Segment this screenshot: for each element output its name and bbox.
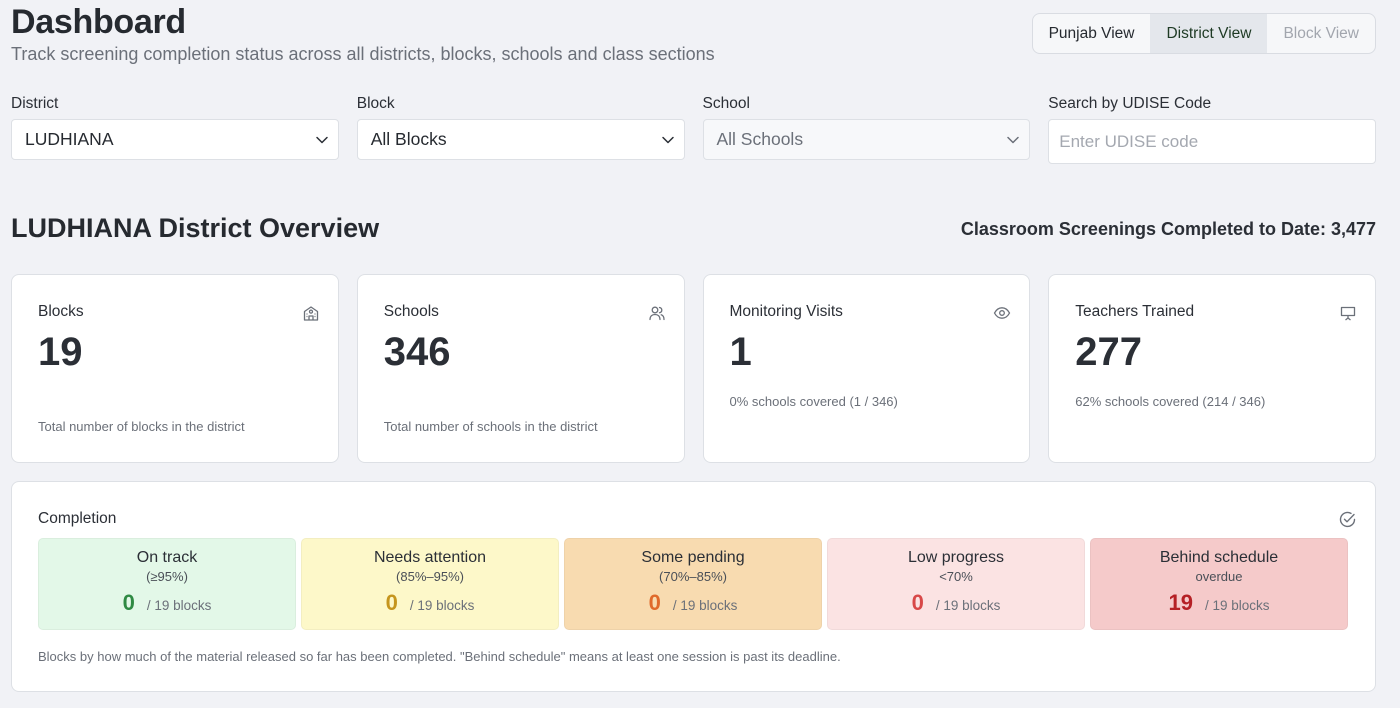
blocks-card-label: Blocks	[38, 303, 84, 320]
page-subtitle: Track screening completion status across…	[11, 44, 715, 64]
tile-count: 0	[122, 590, 135, 615]
block-view-button[interactable]: Block View	[1267, 14, 1375, 53]
tile-name: Some pending	[641, 549, 745, 566]
stat-cards: Blocks 19 Total number of blocks in the …	[11, 274, 1376, 463]
tile-on-track: On track (≥95%) 0 / 19 blocks	[38, 538, 296, 630]
completion-footnote: Blocks by how much of the material relea…	[38, 649, 841, 664]
teachers-card-label: Teachers Trained	[1075, 303, 1195, 320]
schools-card-label: Schools	[383, 303, 439, 320]
teachers-card-note: 62% schools covered (214 / 346)	[1075, 394, 1266, 409]
tile-low-progress: Low progress <70% 0 / 19 blocks	[827, 538, 1085, 630]
district-select[interactable]: LUDHIANA	[11, 119, 339, 160]
block-label: Block	[356, 95, 395, 112]
visits-card-note: 0% schools covered (1 / 346)	[729, 394, 898, 409]
tile-behind-schedule: Behind schedule overdue 19 / 19 blocks	[1090, 538, 1348, 630]
udise-label: Search by UDISE Code	[1048, 95, 1212, 112]
district-filter: District LUDHIANA	[11, 95, 339, 164]
completion-title: Completion	[38, 510, 117, 527]
udise-filter: Search by UDISE Code	[1048, 95, 1376, 164]
blocks-card: Blocks 19 Total number of blocks in the …	[11, 274, 339, 463]
completion-panel: Completion On track (≥95%) 0 / 19 blocks…	[11, 481, 1376, 692]
block-select[interactable]: All Blocks	[356, 119, 685, 160]
users-icon	[648, 306, 665, 321]
school-building-icon	[303, 306, 318, 321]
tile-count: 0	[648, 590, 661, 615]
tile-total: / 19 blocks	[146, 598, 212, 613]
schools-card-note: Total number of schools in the district	[383, 419, 598, 434]
tile-name: Needs attention	[373, 549, 487, 566]
tile-range: (85%–95%)	[396, 569, 464, 584]
overview-title: LUDHIANA District Overview	[11, 213, 380, 243]
tile-total: / 19 blocks	[409, 598, 475, 613]
school-label: School	[702, 95, 750, 112]
tile-range: (≥95%)	[146, 569, 188, 584]
tile-range: <70%	[939, 569, 973, 584]
schools-card-value: 346	[383, 330, 451, 374]
tile-name: On track	[136, 549, 198, 566]
chevron-down-icon	[1007, 136, 1019, 143]
school-filter: School All Schools	[702, 95, 1031, 164]
teachers-trained-card: Teachers Trained 277 62% schools covered…	[1048, 274, 1376, 463]
teachers-card-value: 277	[1075, 330, 1142, 374]
tile-count: 0	[385, 590, 398, 615]
blocks-card-value: 19	[38, 330, 83, 374]
tile-count-row: 0 / 19 blocks	[123, 590, 212, 616]
check-circle-icon	[1339, 511, 1356, 528]
monitoring-visits-card: Monitoring Visits 1 0% schools covered (…	[702, 274, 1031, 463]
screenings-completed: Classroom Screenings Completed to Date: …	[960, 219, 1376, 239]
eye-icon	[994, 307, 1011, 319]
tile-total: / 19 blocks	[672, 598, 738, 613]
tile-count-row: 0 / 19 blocks	[912, 590, 1001, 616]
tile-count-row: 0 / 19 blocks	[649, 590, 738, 616]
udise-search-input[interactable]	[1048, 119, 1376, 164]
chevron-down-icon	[661, 136, 674, 143]
tile-count-row: 0 / 19 blocks	[386, 590, 475, 616]
page-title: Dashboard	[11, 3, 186, 41]
blocks-card-note: Total number of blocks in the district	[38, 419, 245, 434]
tile-count: 0	[911, 590, 924, 615]
view-toggle: Punjab View District View Block View	[1031, 13, 1376, 54]
presentation-icon	[1340, 306, 1356, 321]
tile-range: (70%–85%)	[659, 569, 727, 584]
block-filter: Block All Blocks	[356, 95, 685, 164]
tile-name: Low progress	[907, 549, 1005, 566]
schools-card: Schools 346 Total number of schools in t…	[356, 274, 685, 463]
punjab-view-button[interactable]: Punjab View	[1033, 14, 1151, 53]
school-select[interactable]: All Schools	[702, 119, 1031, 160]
tile-count: 19	[1168, 590, 1193, 615]
tile-needs-attention: Needs attention (85%–95%) 0 / 19 blocks	[301, 538, 559, 630]
chevron-down-icon	[316, 136, 328, 143]
page-header: Dashboard Track screening completion sta…	[11, 2, 715, 65]
tile-range: overdue	[1195, 569, 1243, 584]
completion-tiles: On track (≥95%) 0 / 19 blocks Needs atte…	[38, 538, 1348, 630]
visits-card-label: Monitoring Visits	[729, 303, 843, 320]
school-select-value: All Schools	[716, 129, 804, 149]
tile-total: / 19 blocks	[935, 598, 1001, 613]
tile-some-pending: Some pending (70%–85%) 0 / 19 blocks	[564, 538, 822, 630]
block-select-value: All Blocks	[370, 129, 447, 149]
tile-count-row: 19 / 19 blocks	[1168, 590, 1269, 616]
tile-total: / 19 blocks	[1204, 598, 1270, 613]
tile-name: Behind schedule	[1159, 549, 1279, 566]
district-label: District	[11, 95, 59, 112]
filters-bar: District LUDHIANA Block All Blocks Schoo…	[11, 95, 1376, 164]
district-view-button[interactable]: District View	[1150, 14, 1268, 53]
district-select-value: LUDHIANA	[25, 129, 114, 149]
visits-card-value: 1	[729, 330, 752, 374]
